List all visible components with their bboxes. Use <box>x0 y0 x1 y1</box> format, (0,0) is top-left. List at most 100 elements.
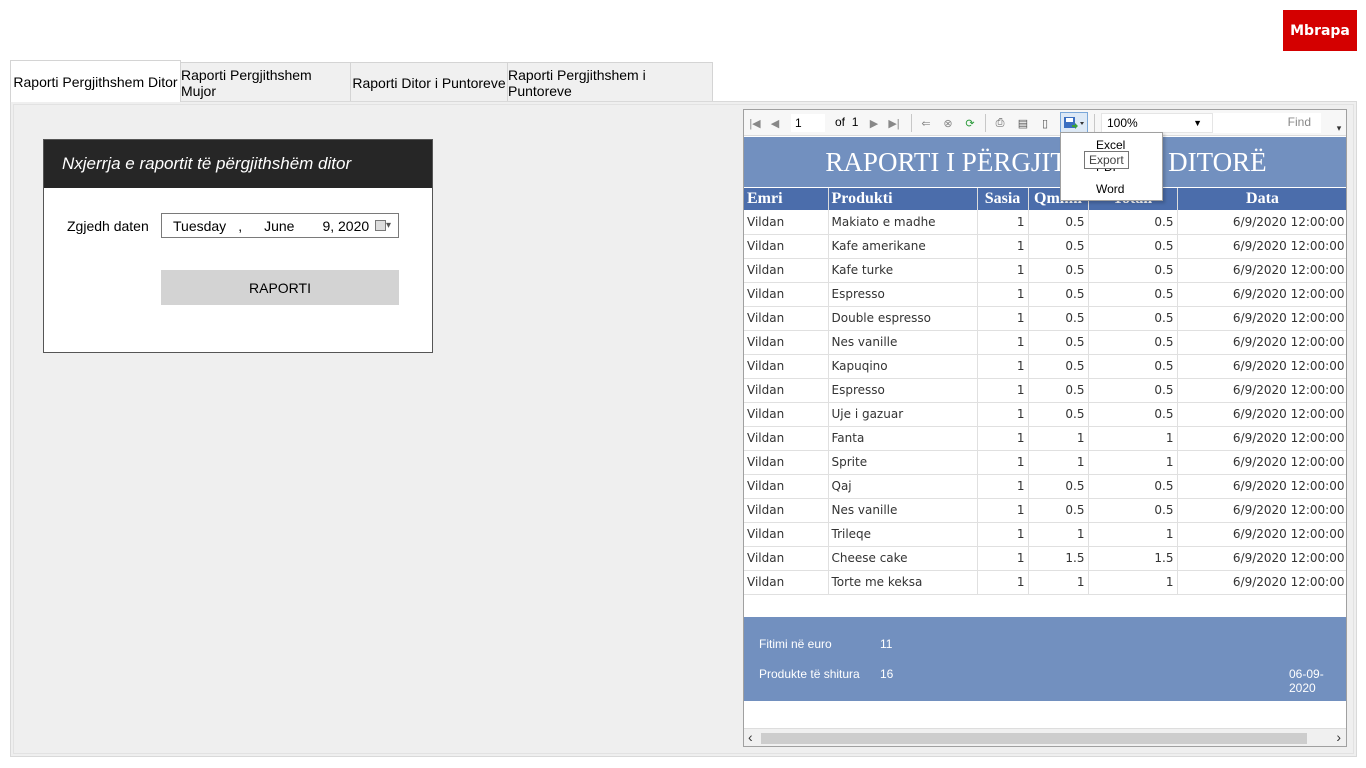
table-row: Vildan Kafe amerikane 1 0.5 0.5 6/9/2020 12:0… <box>744 234 1346 259</box>
column-header-quantity: Sasia <box>977 188 1029 210</box>
cell-product: Uje i gazuar <box>828 402 978 427</box>
export-excel-item[interactable]: Excel <box>1096 138 1125 152</box>
cell-name: Vildan <box>744 522 829 547</box>
cell-quantity: 1 <box>977 258 1029 283</box>
date-day[interactable]: Tuesday <box>173 218 226 234</box>
cell-product: Double espresso <box>828 306 978 331</box>
cell-price: 1 <box>1028 426 1089 451</box>
cell-total: 0.5 <box>1088 282 1178 307</box>
cell-product: Makiato e madhe <box>828 210 978 235</box>
cell-name: Vildan <box>744 210 829 235</box>
cell-total: 1 <box>1088 522 1178 547</box>
previous-page-icon[interactable]: ◀ <box>769 115 781 131</box>
export-tooltip: Export <box>1084 151 1129 169</box>
stop-icon[interactable]: ⊗ <box>940 115 956 131</box>
cell-date: 6/9/2020 12:00:00 <box>1177 258 1346 283</box>
export-word-item[interactable]: Word <box>1096 182 1124 196</box>
cell-name: Vildan <box>744 234 829 259</box>
date-day-year[interactable]: 9, 2020 <box>322 218 369 234</box>
cell-total: 0.5 <box>1088 498 1178 523</box>
first-page-icon[interactable]: |◀ <box>748 115 762 131</box>
cell-price: 0.5 <box>1028 210 1089 235</box>
cell-total: 1 <box>1088 426 1178 451</box>
date-picker[interactable]: Tuesday , June 9, 2020 ▾ <box>161 213 399 238</box>
cell-name: Vildan <box>744 402 829 427</box>
page-number-input[interactable]: 1 <box>791 114 825 132</box>
table-row: Vildan Espresso 1 0.5 0.5 6/9/2020 12:00:00 <box>744 282 1346 307</box>
cell-price: 0.5 <box>1028 330 1089 355</box>
tab-daily-general-report[interactable]: Raporti Pergjithshem Ditor <box>10 60 181 102</box>
cell-total: 0.5 <box>1088 402 1178 427</box>
cell-name: Vildan <box>744 450 829 475</box>
cell-product: Qaj <box>828 474 978 499</box>
toolbar-overflow-icon[interactable]: ▾ <box>1334 120 1344 136</box>
export-button[interactable] <box>1060 112 1088 134</box>
date-month[interactable]: June <box>264 218 294 234</box>
table-row: Vildan Double espresso 1 0.5 0.5 6/9/2020 12:… <box>744 306 1346 331</box>
zoom-select[interactable]: 100% ▼ <box>1101 113 1213 133</box>
horizontal-scrollbar[interactable]: ‹ › <box>744 728 1346 746</box>
cell-quantity: 1 <box>977 450 1029 475</box>
column-header-name: Emri <box>744 188 829 210</box>
next-page-icon[interactable]: ▶ <box>868 115 880 131</box>
cell-total: 0.5 <box>1088 378 1178 403</box>
cell-product: Fanta <box>828 426 978 451</box>
tab-strip: Raporti Pergjithshem Ditor Raporti Pergj… <box>10 60 713 102</box>
print-layout-icon[interactable]: ▤ <box>1015 115 1031 131</box>
cell-total: 0.5 <box>1088 474 1178 499</box>
back-to-parent-icon[interactable]: ⇐ <box>919 115 933 131</box>
tab-general-employee-report[interactable]: Raporti Pergjithshem i Puntoreve <box>507 62 713 102</box>
report-summary: Fitimi në euro 11 Produkte të shitura 16… <box>744 617 1346 701</box>
scrollbar-thumb[interactable] <box>761 733 1307 744</box>
form-header: Nxjerrja e raportit të përgjithshëm dito… <box>44 140 432 188</box>
chevron-down-icon: ▼ <box>1193 118 1202 128</box>
cell-price: 1 <box>1028 522 1089 547</box>
tab-monthly-general-report[interactable]: Raporti Pergjithshem Mujor <box>180 62 351 102</box>
cell-price: 0.5 <box>1028 306 1089 331</box>
refresh-icon[interactable]: ⟳ <box>962 115 978 131</box>
cell-name: Vildan <box>744 258 829 283</box>
scroll-left-icon[interactable]: ‹ <box>748 729 753 745</box>
toolbar-separator <box>985 114 986 132</box>
cell-date: 6/9/2020 12:00:00 <box>1177 234 1346 259</box>
save-export-icon <box>1064 117 1084 129</box>
cell-name: Vildan <box>744 282 829 307</box>
report-table: Emri Produkti Sasia Qmimi Totali Data Vi… <box>744 188 1346 595</box>
cell-date: 6/9/2020 12:00:00 <box>1177 570 1346 595</box>
cell-product: Sprite <box>828 450 978 475</box>
cell-product: Trileqe <box>828 522 978 547</box>
cell-date: 6/9/2020 12:00:00 <box>1177 546 1346 571</box>
cell-price: 1 <box>1028 450 1089 475</box>
cell-product: Espresso <box>828 282 978 307</box>
cell-quantity: 1 <box>977 498 1029 523</box>
scroll-right-icon[interactable]: › <box>1336 729 1341 745</box>
cell-price: 0.5 <box>1028 258 1089 283</box>
zoom-value: 100% <box>1107 116 1138 130</box>
cell-quantity: 1 <box>977 378 1029 403</box>
cell-date: 6/9/2020 12:00:00 <box>1177 306 1346 331</box>
page-of-label: of 1 <box>835 115 858 129</box>
cell-price: 0.5 <box>1028 234 1089 259</box>
cell-date: 6/9/2020 12:00:00 <box>1177 354 1346 379</box>
cell-date: 6/9/2020 12:00:00 <box>1177 498 1346 523</box>
column-header-date: Data <box>1177 188 1346 210</box>
print-icon[interactable]: ⎙ <box>992 115 1008 131</box>
cell-price: 1 <box>1028 570 1089 595</box>
cell-price: 0.5 <box>1028 402 1089 427</box>
table-row: Vildan Torte me keksa 1 1 1 6/9/2020 12:00:00 <box>744 570 1346 595</box>
find-input[interactable]: Find <box>1213 113 1321 133</box>
cell-price: 1.5 <box>1028 546 1089 571</box>
cell-quantity: 1 <box>977 570 1029 595</box>
profit-label: Fitimi në euro <box>759 637 832 651</box>
generate-report-button[interactable]: RAPORTI <box>161 270 399 305</box>
cell-name: Vildan <box>744 474 829 499</box>
page-setup-icon[interactable]: ▯ <box>1037 115 1053 131</box>
last-page-icon[interactable]: ▶| <box>887 115 901 131</box>
back-button[interactable]: Mbrapa <box>1283 10 1357 51</box>
table-row: Vildan Kafe turke 1 0.5 0.5 6/9/2020 12:00:00 <box>744 258 1346 283</box>
tab-daily-employee-report[interactable]: Raporti Ditor i Puntoreve <box>350 62 508 102</box>
calendar-dropdown-icon[interactable]: ▾ <box>375 219 393 232</box>
cell-date: 6/9/2020 12:00:00 <box>1177 282 1346 307</box>
table-row: Vildan Nes vanille 1 0.5 0.5 6/9/2020 12:00:0… <box>744 498 1346 523</box>
table-header-row: Emri Produkti Sasia Qmimi Totali Data <box>744 188 1346 210</box>
